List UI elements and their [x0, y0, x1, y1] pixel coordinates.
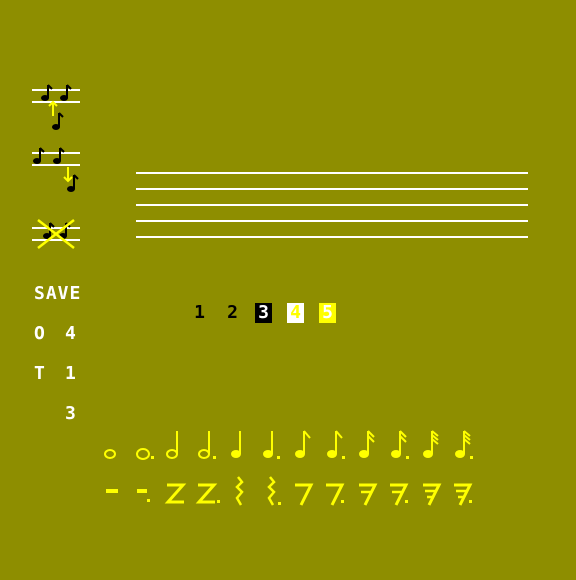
whole-note-icon[interactable]	[102, 442, 118, 462]
tempo-label: T	[34, 363, 46, 384]
dotted-half-note-icon[interactable]	[196, 428, 220, 462]
track-1-button[interactable]: 1	[191, 303, 208, 323]
eighth-rest-icon[interactable]	[292, 480, 316, 510]
track-2-button[interactable]: 2	[224, 303, 241, 323]
tempo-value[interactable]: 1	[65, 365, 77, 383]
half-rest-icon[interactable]	[164, 480, 188, 508]
extra-value[interactable]: 3	[65, 405, 77, 423]
delete-note-button[interactable]	[30, 218, 82, 250]
dotted-whole-rest-icon[interactable]	[136, 482, 156, 506]
sixteenth-rest-icon[interactable]	[356, 480, 380, 510]
dotted-thirty-second-rest-icon[interactable]	[451, 480, 479, 510]
shift-down-button[interactable]	[30, 145, 82, 197]
save-button[interactable]: SAVE	[34, 285, 81, 303]
half-note-icon[interactable]	[164, 428, 184, 462]
staff-line	[136, 188, 528, 190]
eighth-note-icon[interactable]	[292, 428, 314, 462]
dotted-eighth-rest-icon[interactable]	[323, 480, 351, 510]
delete-note-icon	[32, 219, 80, 249]
dotted-thirty-second-note-icon[interactable]	[452, 428, 476, 462]
octave-label: O	[34, 323, 46, 344]
dotted-eighth-note-icon[interactable]	[324, 428, 348, 462]
staff-line	[136, 172, 528, 174]
dotted-sixteenth-rest-icon[interactable]	[387, 480, 415, 510]
dotted-quarter-note-icon[interactable]	[260, 428, 284, 462]
quarter-rest-icon[interactable]	[228, 475, 252, 509]
staff-line	[136, 236, 528, 238]
shift-up-button[interactable]	[30, 80, 82, 132]
sixteenth-note-icon[interactable]	[356, 428, 378, 462]
shift-down-icon	[32, 147, 80, 192]
track-4-button[interactable]: 4	[287, 303, 304, 323]
staff-line	[136, 220, 528, 222]
octave-value[interactable]: 4	[65, 325, 77, 343]
track-3-button[interactable]: 3	[255, 303, 272, 323]
track-5-button[interactable]: 5	[319, 303, 336, 323]
whole-rest-icon[interactable]	[104, 482, 124, 506]
thirty-second-note-icon[interactable]	[420, 428, 442, 462]
quarter-note-icon[interactable]	[228, 428, 248, 462]
dotted-quarter-rest-icon[interactable]	[260, 475, 288, 509]
staff-line	[136, 204, 528, 206]
dotted-whole-note-icon[interactable]	[134, 442, 156, 462]
dotted-sixteenth-note-icon[interactable]	[388, 428, 412, 462]
dotted-half-rest-icon[interactable]	[195, 480, 223, 508]
thirty-second-rest-icon[interactable]	[420, 480, 444, 510]
shift-up-icon	[32, 84, 80, 130]
